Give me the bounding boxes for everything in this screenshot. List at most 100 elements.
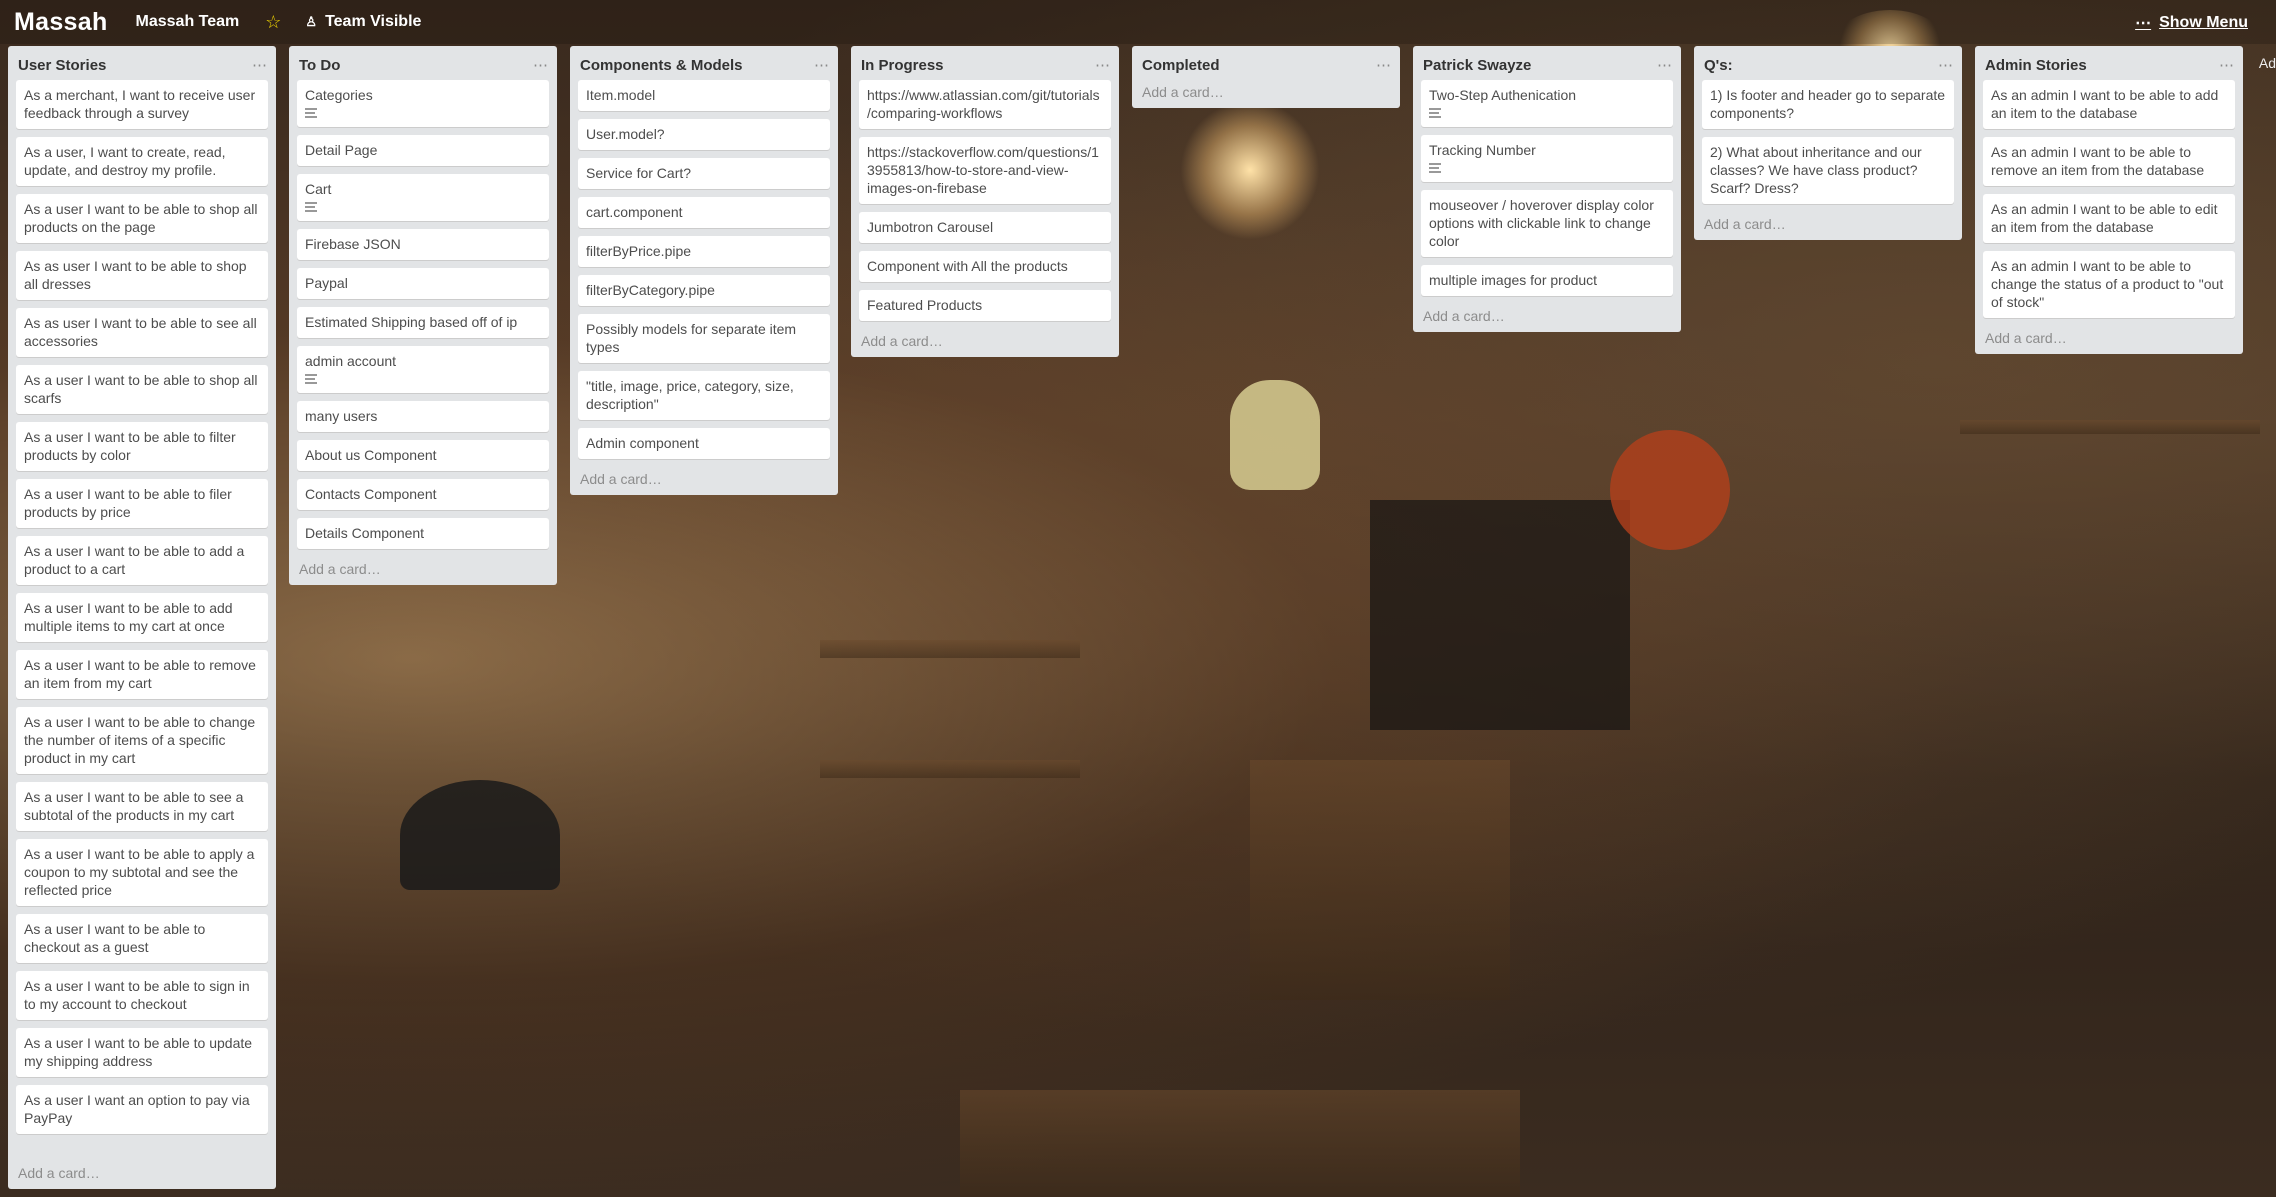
card[interactable]: As a user I want to be able to change th… xyxy=(16,707,268,774)
visibility-label: Team Visible xyxy=(325,13,422,30)
add-card-button[interactable]: Add a card… xyxy=(1413,304,1681,332)
card[interactable]: Admin component xyxy=(578,428,830,459)
card[interactable]: Two-Step Authenication xyxy=(1421,80,1673,127)
card[interactable]: As a merchant, I want to receive user fe… xyxy=(16,80,268,129)
card[interactable]: As as user I want to be able to shop all… xyxy=(16,251,268,300)
card[interactable]: As a user I want to be able to update my… xyxy=(16,1028,268,1077)
card-title: Item.model xyxy=(586,87,656,103)
card[interactable]: As a user I want to be able to shop all … xyxy=(16,194,268,243)
app-logo[interactable]: Massah xyxy=(14,8,108,37)
card-title: Cart xyxy=(305,181,332,197)
add-card-button[interactable]: Add a card… xyxy=(570,467,838,495)
add-card-button[interactable]: Add a card… xyxy=(8,1161,276,1189)
list-title[interactable]: In Progress xyxy=(861,57,944,74)
card[interactable]: Cart xyxy=(297,174,549,221)
card-title: About us Component xyxy=(305,447,437,463)
card[interactable]: As a user I want to be able to see a sub… xyxy=(16,782,268,831)
card[interactable]: Details Component xyxy=(297,518,549,549)
list: Admin Stories ⋯ As an admin I want to be a… xyxy=(1975,46,2243,354)
list-menu-icon[interactable]: ⋯ xyxy=(1376,56,1391,74)
list-menu-icon[interactable]: ⋯ xyxy=(1095,56,1110,74)
card[interactable]: filterByCategory.pipe xyxy=(578,275,830,306)
card[interactable]: As a user I want to be able to add multi… xyxy=(16,593,268,642)
card[interactable]: Component with All the products xyxy=(859,251,1111,282)
add-card-button[interactable]: Add a card… xyxy=(289,557,557,585)
card[interactable]: Contacts Component xyxy=(297,479,549,510)
card[interactable]: multiple images for product xyxy=(1421,265,1673,296)
list-title[interactable]: To Do xyxy=(299,57,340,74)
card-title: Featured Products xyxy=(867,297,983,313)
list-title[interactable]: Admin Stories xyxy=(1985,57,2087,74)
card[interactable]: https://www.atlassian.com/git/tutorials/… xyxy=(859,80,1111,129)
add-card-button[interactable]: Add a card… xyxy=(1694,212,1962,240)
card[interactable]: As a user I want to be able to shop all … xyxy=(16,365,268,414)
card-title: As a user, I want to create, read, updat… xyxy=(24,144,226,178)
list-menu-icon[interactable]: ⋯ xyxy=(252,56,267,74)
card[interactable]: Categories xyxy=(297,80,549,127)
add-card-button[interactable]: Add a card… xyxy=(851,329,1119,357)
card-title: Tracking Number xyxy=(1429,142,1536,158)
card[interactable]: Jumbotron Carousel xyxy=(859,212,1111,243)
card-list: Categories Detail Page Cart Firebase JSON Pa… xyxy=(289,80,557,557)
card[interactable]: admin account xyxy=(297,346,549,393)
list-menu-icon[interactable]: ⋯ xyxy=(814,56,829,74)
card[interactable]: As a user, I want to create, read, updat… xyxy=(16,137,268,186)
card[interactable]: As a user I want to be able to checkout … xyxy=(16,914,268,963)
card[interactable]: Featured Products xyxy=(859,290,1111,321)
card-title: 2) What about inheritance and our classe… xyxy=(1710,144,1922,196)
list-title[interactable]: User Stories xyxy=(18,57,106,74)
card[interactable]: cart.component xyxy=(578,197,830,228)
card[interactable]: As a user I want to be able to apply a c… xyxy=(16,839,268,906)
card[interactable]: As a user I want to be able to filer pro… xyxy=(16,479,268,528)
card-title: Jumbotron Carousel xyxy=(867,219,994,235)
list-title[interactable]: Q's: xyxy=(1704,57,1733,74)
card[interactable]: As a user I want to be able to add a pro… xyxy=(16,536,268,585)
card[interactable]: About us Component xyxy=(297,440,549,471)
card[interactable]: 2) What about inheritance and our classe… xyxy=(1702,137,1954,204)
card[interactable]: Detail Page xyxy=(297,135,549,166)
show-menu-button[interactable]: ⋯ Show Menu xyxy=(2135,13,2248,33)
card[interactable]: Estimated Shipping based off of ip xyxy=(297,307,549,338)
card[interactable]: As an admin I want to be able to add an … xyxy=(1983,80,2235,129)
card[interactable]: Item.model xyxy=(578,80,830,111)
card[interactable]: mouseover / hoverover display color opti… xyxy=(1421,190,1673,257)
card[interactable]: Paypal xyxy=(297,268,549,299)
card[interactable]: filterByPrice.pipe xyxy=(578,236,830,267)
list-title[interactable]: Patrick Swayze xyxy=(1423,57,1531,74)
list-menu-icon[interactable]: ⋯ xyxy=(1657,56,1672,74)
card[interactable]: Tracking Number xyxy=(1421,135,1673,182)
card[interactable]: Service for Cart? xyxy=(578,158,830,189)
list-menu-icon[interactable]: ⋯ xyxy=(1938,56,1953,74)
add-card-button[interactable]: Add a card… xyxy=(1975,326,2243,354)
add-list-label[interactable]: Ad xyxy=(2259,55,2276,71)
card[interactable]: As a user I want an option to pay via Pa… xyxy=(16,1085,268,1134)
list-header: Completed ⋯ xyxy=(1132,46,1400,80)
card[interactable]: Firebase JSON xyxy=(297,229,549,260)
card[interactable]: As a user I want to be able to filter pr… xyxy=(16,422,268,471)
card[interactable]: As as user I want to be able to see all … xyxy=(16,308,268,357)
card[interactable]: "title, image, price, category, size, de… xyxy=(578,371,830,420)
list-menu-icon[interactable]: ⋯ xyxy=(533,56,548,74)
description-icon xyxy=(305,202,317,212)
board-team-name[interactable]: Massah Team xyxy=(136,13,240,31)
card[interactable]: As a user I want to be able to remove an… xyxy=(16,650,268,699)
card[interactable]: User.model? xyxy=(578,119,830,150)
card[interactable]: As an admin I want to be able to remove … xyxy=(1983,137,2235,186)
card[interactable]: As an admin I want to be able to change … xyxy=(1983,251,2235,318)
card[interactable]: https://stackoverflow.com/questions/1395… xyxy=(859,137,1111,204)
list-title[interactable]: Components & Models xyxy=(580,57,743,74)
list-menu-icon[interactable]: ⋯ xyxy=(2219,56,2234,74)
card[interactable]: Possibly models for separate item types xyxy=(578,314,830,363)
card-title: As a user I want to be able to filer pro… xyxy=(24,486,232,520)
list-title[interactable]: Completed xyxy=(1142,57,1220,74)
star-icon[interactable]: ☆ xyxy=(265,12,281,33)
list-header: Components & Models ⋯ xyxy=(570,46,838,80)
add-card-button[interactable]: Add a card… xyxy=(1132,80,1400,108)
card[interactable]: As an admin I want to be able to edit an… xyxy=(1983,194,2235,243)
visibility-button[interactable]: ♙ Team Visible xyxy=(305,13,421,31)
card-title: As an admin I want to be able to add an … xyxy=(1991,87,2219,121)
card[interactable]: many users xyxy=(297,401,549,432)
card[interactable]: 1) Is footer and header go to separate c… xyxy=(1702,80,1954,129)
list-header: Admin Stories ⋯ xyxy=(1975,46,2243,80)
card[interactable]: As a user I want to be able to sign in t… xyxy=(16,971,268,1020)
